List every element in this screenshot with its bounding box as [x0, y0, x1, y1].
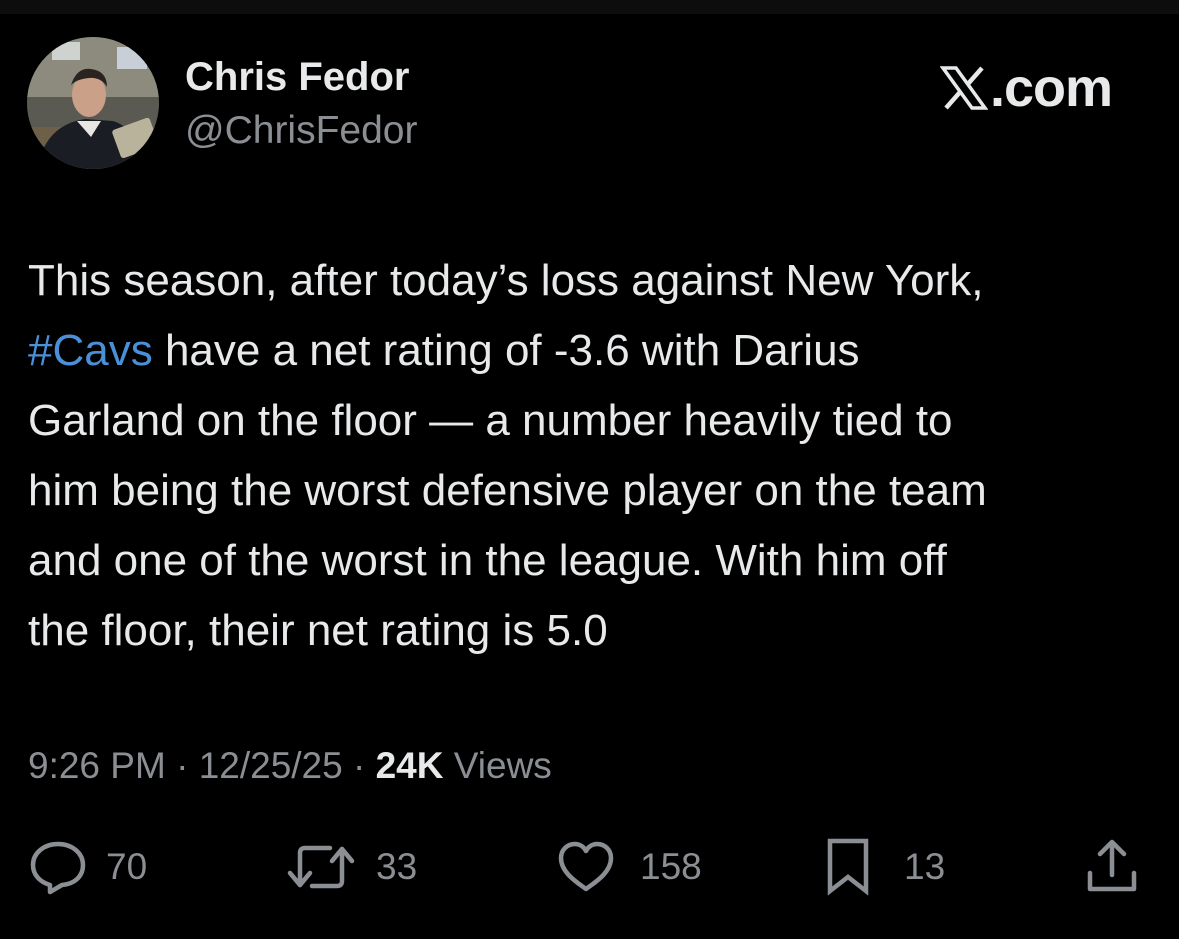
heart-icon [558, 841, 614, 892]
tweet-line: and one of the worst in the league. With… [28, 536, 947, 585]
tweet-line-text: have a net rating of -3.6 with Darius [164, 326, 860, 375]
like-count: 158 [640, 846, 702, 887]
tweet-line: This season, after today’s loss against … [28, 256, 984, 305]
bookmark-count: 13 [904, 846, 946, 887]
avatar-photo [27, 37, 159, 169]
tweet-date[interactable]: 12/25/25 [199, 745, 343, 786]
meta-separator: · [353, 745, 366, 786]
x-com-brand: .com [940, 58, 1113, 118]
brand-label: .com [990, 58, 1113, 118]
meta-separator: · [176, 745, 189, 786]
share-icon [1087, 839, 1137, 892]
top-strip [0, 0, 1179, 14]
tweet-line: #Cavs have a net rating of -3.6 with Dar… [28, 316, 1163, 386]
tweet-line: him being the worst defensive player on … [28, 466, 987, 515]
bookmark-button[interactable]: 13 [822, 835, 945, 899]
hashtag-link[interactable]: #Cavs [28, 326, 153, 375]
repost-icon [287, 845, 355, 889]
tweet-meta: 9:26 PM · 12/25/25 · 24K Views [28, 741, 552, 791]
repost-count: 33 [376, 846, 418, 887]
reply-count: 70 [106, 846, 148, 887]
bookmark-icon [827, 838, 869, 896]
repost-button[interactable]: 33 [286, 835, 417, 899]
views-label: Views [453, 745, 552, 786]
display-name[interactable]: Chris Fedor [185, 54, 409, 100]
views-count: 24K [375, 745, 444, 786]
x-logo-icon [940, 66, 988, 110]
reply-icon [30, 841, 86, 895]
tweet-time[interactable]: 9:26 PM [28, 745, 166, 786]
like-button[interactable]: 158 [556, 835, 702, 899]
user-handle[interactable]: @ChrisFedor [185, 108, 417, 154]
share-button[interactable] [1084, 835, 1140, 899]
tweet-line: the floor, their net rating is 5.0 [28, 606, 608, 655]
tweet-line: Garland on the floor — a number heavily … [28, 396, 953, 445]
avatar[interactable] [27, 37, 159, 169]
tweet-text: This season, after today’s loss against … [28, 246, 1163, 666]
action-bar: 70 33 158 13 [0, 835, 1179, 899]
reply-button[interactable]: 70 [28, 835, 147, 899]
